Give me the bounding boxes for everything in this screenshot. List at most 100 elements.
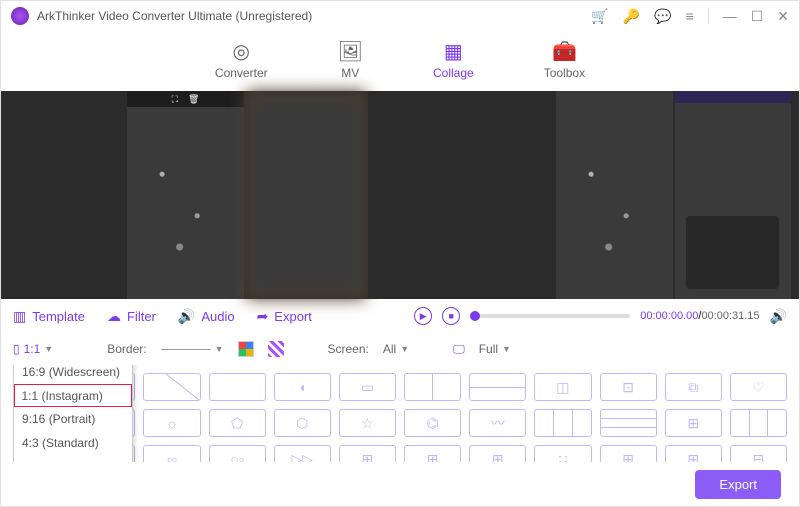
template-cell[interactable]: [143, 373, 200, 401]
ratio-option-169[interactable]: 16:9 (Widescreen): [14, 365, 132, 384]
nav-label: Converter: [215, 66, 268, 80]
template-cell[interactable]: ⊞: [469, 445, 526, 462]
app-window: ArkThinker Video Converter Ultimate (Unr…: [0, 0, 800, 507]
timeline-knob[interactable]: [470, 311, 480, 321]
template-cell[interactable]: ⬠: [209, 409, 266, 437]
tab-template[interactable]: ▥Template: [13, 308, 85, 325]
template-cell[interactable]: ▭: [339, 373, 396, 401]
template-cell[interactable]: ⧉: [665, 373, 722, 401]
ratio-option-219[interactable]: 21:9 (Cinema): [14, 455, 132, 462]
cart-icon[interactable]: 🛒: [591, 8, 608, 25]
template-cell[interactable]: [534, 409, 591, 437]
ratio-value: 1:1: [24, 342, 41, 356]
template-cell[interactable]: ◫: [534, 373, 591, 401]
template-cell[interactable]: ▷▷: [274, 445, 331, 462]
template-cell[interactable]: [404, 373, 461, 401]
template-cell[interactable]: [730, 409, 787, 437]
preview-slot-2[interactable]: [246, 91, 366, 299]
screen-label: Screen:: [328, 342, 369, 356]
tab-label: Audio: [201, 309, 234, 324]
minimize-icon[interactable]: —: [723, 8, 737, 24]
line-icon: [161, 349, 211, 350]
template-cell[interactable]: ▫▫: [143, 445, 200, 462]
template-icon: ▥: [13, 308, 26, 325]
app-title: ArkThinker Video Converter Ultimate (Unr…: [37, 9, 312, 23]
nav-converter[interactable]: ◎ Converter: [215, 42, 268, 80]
tab-filter[interactable]: ☁Filter: [107, 308, 156, 325]
nav-collage[interactable]: ▦ Collage: [433, 42, 474, 80]
nav-label: Collage: [433, 66, 474, 80]
mv-icon: 🖼: [338, 42, 363, 62]
time-current: 00:00:00.00: [640, 310, 698, 322]
template-cell[interactable]: ⊟: [730, 445, 787, 462]
tab-audio[interactable]: 🔊 Audio: [178, 308, 235, 325]
template-cell[interactable]: [600, 409, 657, 437]
templates-area: 16:9 (Widescreen) 1:1 (Instagram) 9:16 (…: [1, 365, 799, 462]
preview-slot-1[interactable]: ⛶ 🗑: [127, 91, 243, 299]
template-cell[interactable]: ⌬: [404, 409, 461, 437]
border-style-selector[interactable]: ▼: [161, 344, 224, 354]
ratio-option-43[interactable]: 4:3 (Standard): [14, 431, 132, 455]
template-cell[interactable]: ♡: [730, 373, 787, 401]
full-value: Full: [479, 342, 498, 356]
close-icon[interactable]: ✕: [777, 8, 789, 25]
template-cell[interactable]: ◖: [274, 373, 331, 401]
border-label: Border:: [107, 342, 146, 356]
template-cell[interactable]: ⊞: [339, 445, 396, 462]
template-cell[interactable]: ○▫: [209, 445, 266, 462]
template-cell[interactable]: ⊡: [600, 373, 657, 401]
trash-icon[interactable]: 🗑: [188, 94, 199, 105]
time-total: 00:00:31.15: [701, 310, 759, 322]
tab-label: Export: [274, 309, 312, 324]
preview-slot-empty[interactable]: [368, 91, 554, 299]
color-picker[interactable]: [238, 341, 254, 357]
template-cell[interactable]: ⊞: [665, 445, 722, 462]
crop-icon[interactable]: ⛶: [172, 94, 178, 105]
nav-mv[interactable]: 🖼 MV: [338, 42, 363, 80]
template-cell[interactable]: ☆: [339, 409, 396, 437]
time-display: 00:00:00.00/00:00:31.15: [640, 310, 759, 322]
full-selector[interactable]: Full ▼: [479, 342, 511, 356]
tab-export[interactable]: ➦Export: [257, 308, 312, 325]
app-logo-icon: [11, 7, 29, 25]
nav-toolbox[interactable]: 🧰 Toolbox: [544, 42, 585, 80]
timeline-slider[interactable]: [470, 314, 630, 318]
export-button[interactable]: Export: [695, 470, 781, 499]
menu-icon[interactable]: ≡: [686, 8, 694, 24]
tab-label: Filter: [127, 309, 156, 324]
screen-selector[interactable]: All ▼: [383, 342, 409, 356]
chat-icon[interactable]: 💬: [654, 8, 671, 25]
preview-slot-3[interactable]: [556, 91, 672, 299]
ratio-dropdown: 16:9 (Widescreen) 1:1 (Instagram) 9:16 (…: [13, 365, 133, 462]
maximize-icon[interactable]: ☐: [751, 8, 764, 25]
template-cell[interactable]: ☼: [143, 409, 200, 437]
chevron-down-icon: ▼: [44, 344, 53, 354]
stop-button[interactable]: ■: [442, 307, 460, 325]
template-cell[interactable]: ∷: [534, 445, 591, 462]
preview-slot-4[interactable]: [675, 91, 791, 299]
ratio-selector[interactable]: ▯ 1:1 ▼: [13, 342, 53, 356]
template-cell[interactable]: ⊞: [600, 445, 657, 462]
audio-icon: 🔊: [178, 308, 195, 325]
key-icon[interactable]: 🔑: [623, 8, 640, 25]
pattern-picker[interactable]: [268, 341, 284, 357]
template-cell[interactable]: ⬡: [274, 409, 331, 437]
play-button[interactable]: ▶: [414, 307, 432, 325]
preview-slot-empty[interactable]: [9, 91, 125, 299]
nav-label: MV: [341, 66, 359, 80]
volume-icon[interactable]: 🔊: [770, 308, 787, 325]
template-cell[interactable]: [209, 373, 266, 401]
template-cell[interactable]: [469, 373, 526, 401]
display-icon: 🖵: [453, 342, 465, 357]
ratio-option-11[interactable]: 1:1 (Instagram): [14, 384, 132, 407]
chevron-down-icon: ▼: [502, 344, 511, 354]
template-cell[interactable]: ⊞: [404, 445, 461, 462]
template-cell[interactable]: 〰: [469, 409, 526, 437]
ratio-option-916[interactable]: 9:16 (Portrait): [14, 407, 132, 431]
separator: [708, 9, 709, 23]
collage-toolbar: ▥Template ☁Filter 🔊 Audio ➦Export ▶ ■ 00:…: [1, 299, 799, 333]
converter-icon: ◎: [233, 42, 250, 62]
titlebar-controls: 🛒 🔑 💬 ≡ — ☐ ✕: [591, 8, 789, 25]
nav-label: Toolbox: [544, 66, 585, 80]
template-cell[interactable]: ⊞: [665, 409, 722, 437]
